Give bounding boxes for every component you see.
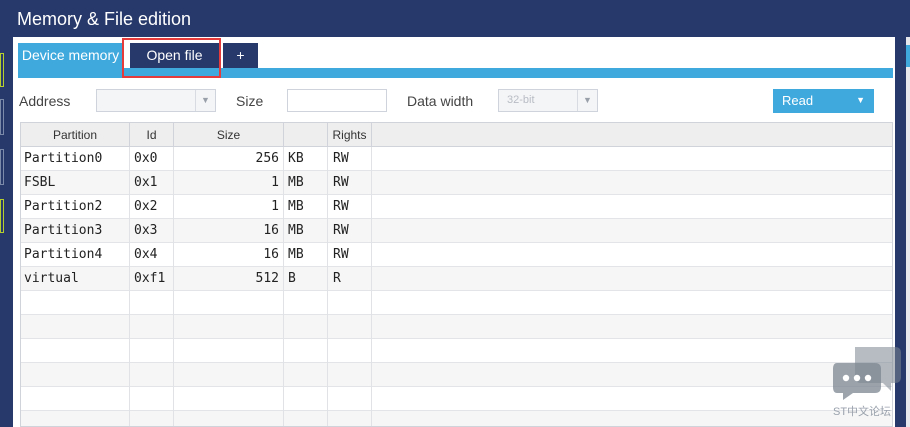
table-row[interactable]: Partition3 0x3 16 MB RW (21, 219, 892, 243)
partition-name: Partition4 (21, 243, 130, 267)
empty-row (21, 315, 892, 339)
partition-rights: RW (328, 219, 372, 243)
partition-unit: MB (284, 195, 328, 219)
highlight-box (122, 38, 221, 78)
partition-unit: MB (284, 243, 328, 267)
empty-row (21, 387, 892, 411)
partition-id: 0x3 (130, 219, 174, 243)
table-row[interactable]: Partition4 0x4 16 MB RW (21, 243, 892, 267)
left-sidebar-strip (0, 37, 13, 427)
table-row[interactable]: virtual 0xf1 512 B R (21, 267, 892, 291)
table-header: Partition Id Size Rights (21, 123, 892, 147)
partition-id: 0x2 (130, 195, 174, 219)
partition-id: 0x4 (130, 243, 174, 267)
tab-add-button[interactable]: + (223, 43, 258, 68)
chevron-down-icon: ▼ (195, 90, 215, 111)
data-width-dropdown[interactable]: 32-bit ▼ (498, 89, 598, 112)
right-panel-accent (906, 45, 910, 67)
partition-id: 0xf1 (130, 267, 174, 291)
partition-name: Partition3 (21, 219, 130, 243)
partition-rights: RW (328, 171, 372, 195)
partition-size: 16 (174, 243, 284, 267)
forum-watermark: ST中文论坛 (833, 343, 903, 420)
column-header-unit[interactable] (284, 123, 328, 147)
column-header-size[interactable]: Size (174, 123, 284, 147)
table-row[interactable]: FSBL 0x1 1 MB RW (21, 171, 892, 195)
read-button-label: Read (782, 93, 814, 108)
empty-row (21, 339, 892, 363)
empty-row (21, 411, 892, 426)
partition-size: 256 (174, 147, 284, 171)
partition-unit: MB (284, 171, 328, 195)
partition-unit: B (284, 267, 328, 291)
partition-size: 1 (174, 195, 284, 219)
partition-size: 16 (174, 219, 284, 243)
chat-bubble-icon (833, 347, 901, 400)
column-header-partition[interactable]: Partition (21, 123, 130, 147)
sidebar-marker (0, 99, 4, 135)
sidebar-marker (0, 149, 4, 185)
table-row[interactable]: Partition2 0x2 1 MB RW (21, 195, 892, 219)
partition-name: virtual (21, 267, 130, 291)
partition-rights: RW (328, 147, 372, 171)
data-width-label: Data width (407, 93, 474, 109)
column-header-rights[interactable]: Rights (328, 123, 372, 147)
size-label: Size (236, 93, 264, 109)
data-width-value: 32-bit (507, 94, 535, 106)
sidebar-marker (0, 199, 4, 233)
table-row[interactable]: Partition0 0x0 256 KB RW (21, 147, 892, 171)
partition-size: 512 (174, 267, 284, 291)
partition-table: Partition Id Size Rights Partition0 0x0 … (20, 122, 893, 427)
empty-row (21, 363, 892, 387)
title-bar: Memory & File edition (0, 0, 910, 37)
address-label: Address (19, 93, 71, 109)
partition-id: 0x0 (130, 147, 174, 171)
partition-rights: RW (328, 243, 372, 267)
tab-device-memory[interactable]: Device memory (18, 43, 123, 68)
partition-name: Partition2 (21, 195, 130, 219)
sidebar-marker (0, 53, 4, 87)
partition-name: FSBL (21, 171, 130, 195)
window-title: Memory & File edition (17, 9, 192, 29)
partition-name: Partition0 (21, 147, 130, 171)
partition-id: 0x1 (130, 171, 174, 195)
right-panel-background (906, 37, 910, 427)
address-dropdown[interactable]: ▼ (96, 89, 216, 112)
partition-size: 1 (174, 171, 284, 195)
partition-unit: KB (284, 147, 328, 171)
partition-rights: R (328, 267, 372, 291)
empty-row (21, 291, 892, 315)
partition-rights: RW (328, 195, 372, 219)
size-input[interactable] (287, 89, 387, 112)
memory-file-panel: Device memory Open file + Address ▼ Size… (13, 37, 895, 427)
watermark-text: ST中文论坛 (833, 406, 892, 418)
column-header-id[interactable]: Id (130, 123, 174, 147)
chevron-down-icon: ▼ (856, 95, 865, 105)
read-button[interactable]: Read ▼ (773, 89, 874, 113)
partition-unit: MB (284, 219, 328, 243)
chevron-down-icon: ▼ (577, 90, 597, 111)
